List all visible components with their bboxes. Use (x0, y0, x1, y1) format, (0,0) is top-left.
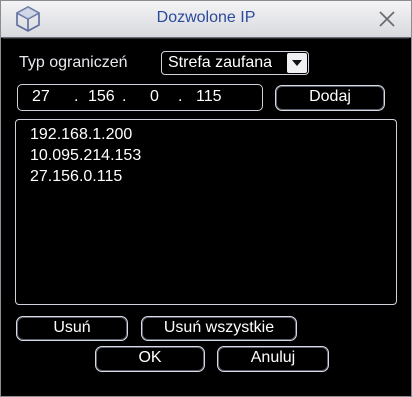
ip-separator: . (178, 88, 183, 105)
list-item[interactable]: 10.095.214.153 (30, 147, 141, 165)
ip-octet-3[interactable]: 0 (150, 88, 159, 106)
ip-separator: . (74, 88, 79, 105)
restriction-type-label: Typ ograniczeń (19, 54, 128, 71)
ok-button[interactable]: OK (95, 346, 205, 372)
ip-address-input[interactable]: 27 . 156 . 0 . 115 (17, 84, 263, 111)
restriction-type-value: Strefa zaufana (168, 54, 273, 71)
allowed-ip-dialog: Dozwolone IP Typ ograniczeń Strefa zaufa… (0, 0, 412, 397)
remove-all-button[interactable]: Usuń wszystkie (141, 316, 297, 341)
ip-octet-4[interactable]: 115 (196, 88, 222, 106)
list-item[interactable]: 27.156.0.115 (30, 168, 122, 186)
caret-down-icon[interactable] (287, 53, 307, 73)
ip-octet-1[interactable]: 27 (32, 88, 50, 106)
close-icon[interactable] (375, 7, 399, 31)
title-bar[interactable]: Dozwolone IP (1, 1, 411, 38)
dialog-title: Dozwolone IP (156, 9, 256, 26)
add-button[interactable]: Dodaj (275, 85, 385, 111)
cancel-button[interactable]: Anuluj (217, 346, 329, 372)
ip-octet-2[interactable]: 156 (88, 88, 115, 106)
remove-button[interactable]: Usuń (16, 316, 128, 341)
allowed-ip-list[interactable]: 192.168.1.200 10.095.214.153 27.156.0.11… (15, 119, 397, 305)
list-item[interactable]: 192.168.1.200 (30, 126, 132, 144)
ip-separator: . (122, 88, 127, 105)
restriction-type-select[interactable]: Strefa zaufana (161, 51, 309, 75)
